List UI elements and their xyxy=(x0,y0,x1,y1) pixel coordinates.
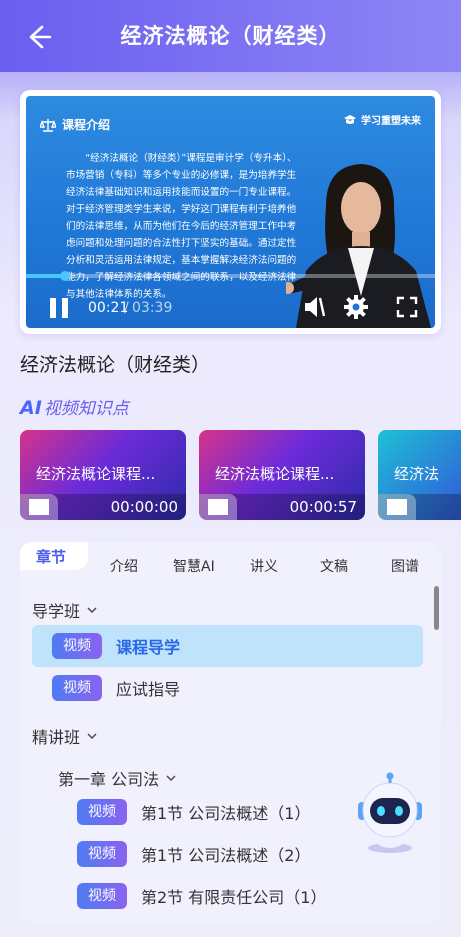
lesson-label: 应试指导 xyxy=(116,680,181,699)
video-player-frame: 课程介绍 学习重塑未来 “经济法概论（财经类）”课程是审计学（专升本）、市场营销… xyxy=(20,90,441,334)
video-badge: 视频 xyxy=(77,799,127,825)
lesson-row[interactable]: 视频 课程导学 xyxy=(32,625,423,667)
chapter-header[interactable]: 第一章 公司法 xyxy=(58,766,177,790)
progress-track[interactable] xyxy=(26,271,435,281)
video-badge: 视频 xyxy=(77,883,127,909)
tab-transcript[interactable]: 文稿 xyxy=(320,556,348,576)
scrollbar[interactable] xyxy=(434,586,439,630)
tab-bar: 章节 介绍 智慧AI 讲义 文稿 图谱 xyxy=(20,542,441,586)
lesson-label: 第2节 有限责任公司（1） xyxy=(141,888,327,907)
ai-knowledge-heading: AI 视频知识点 xyxy=(20,394,129,419)
chapter-label: 第一章 公司法 xyxy=(58,770,160,789)
chevron-down-icon xyxy=(87,733,97,739)
time-separator: / xyxy=(124,300,129,316)
robot-assistant-icon[interactable] xyxy=(350,772,430,854)
clapperboard-icon xyxy=(378,494,416,520)
tab-intro[interactable]: 介绍 xyxy=(110,556,138,576)
video-course-tag: 课程介绍 xyxy=(40,116,110,133)
group-header[interactable]: 导学班 xyxy=(32,598,98,622)
course-panel: 章节 介绍 智慧AI 讲义 文稿 图谱 导学班 视频 课程导学 视频 应试指导 … xyxy=(20,542,441,922)
tab-chapters[interactable]: 章节 xyxy=(36,546,66,567)
video-brand-label: 学习重塑未来 xyxy=(361,116,421,127)
video-player[interactable]: 课程介绍 学习重塑未来 “经济法概论（财经类）”课程是审计学（专升本）、市场营销… xyxy=(26,96,435,328)
lesson-label: 课程导学 xyxy=(116,638,181,657)
group-label: 精讲班 xyxy=(32,728,81,747)
knowledge-point-list: 经济法概论课程... 00:00:00 经济法概论课程... 00:00:57 … xyxy=(20,430,461,520)
tab-handout[interactable]: 讲义 xyxy=(250,556,278,576)
video-badge: 视频 xyxy=(52,633,102,659)
knowledge-point-card[interactable]: 经济法 xyxy=(378,430,461,520)
app-header: 经济法概论（财经类） xyxy=(0,0,461,72)
ai-knowledge-label: 视频知识点 xyxy=(43,399,129,419)
ai-mark: AI xyxy=(20,397,42,419)
fullscreen-icon[interactable] xyxy=(396,296,418,318)
lesson-label: 第1节 公司法概述（2） xyxy=(141,846,311,865)
chevron-down-icon xyxy=(87,607,97,613)
video-course-tag-label: 课程介绍 xyxy=(62,118,111,132)
lesson-row[interactable]: 视频 第2节 有限责任公司（1） xyxy=(32,875,423,917)
lesson-row[interactable]: 视频 应试指导 xyxy=(32,667,423,709)
graduation-cap-icon xyxy=(344,114,356,124)
pause-icon[interactable] xyxy=(48,296,70,320)
group-header[interactable]: 精讲班 xyxy=(32,724,98,748)
knowledge-point-time: 00:00:00 xyxy=(110,498,178,516)
video-badge: 视频 xyxy=(52,675,102,701)
chevron-down-icon xyxy=(166,775,176,781)
knowledge-point-card[interactable]: 经济法概论课程... 00:00:57 xyxy=(199,430,365,520)
tab-smart-ai[interactable]: 智慧AI xyxy=(173,556,215,576)
knowledge-point-title: 经济法概论课程... xyxy=(36,465,156,483)
clapperboard-icon xyxy=(20,494,58,520)
clapperboard-icon xyxy=(199,494,237,520)
course-title: 经济法概论（财经类） xyxy=(20,354,211,376)
video-intro-text: “经济法概论（财经类）”课程是审计学（专升本）、市场营销（专科）等多个专业的必修… xyxy=(66,153,297,300)
knowledge-point-time: 00:00:57 xyxy=(289,498,357,516)
time-current: 00:21 xyxy=(88,300,129,316)
volume-muted-icon[interactable] xyxy=(302,294,328,320)
page-title: 经济法概论（财经类） xyxy=(120,24,341,48)
knowledge-point-title: 经济法 xyxy=(394,465,440,483)
gear-icon[interactable] xyxy=(343,294,369,320)
video-badge: 视频 xyxy=(77,841,127,867)
video-brand: 学习重塑未来 xyxy=(343,112,421,127)
tab-graph[interactable]: 图谱 xyxy=(391,556,419,576)
chapter-tree: 导学班 视频 课程导学 视频 应试指导 精讲班 第一章 公司法 视频 第1节 公… xyxy=(20,586,441,922)
scale-icon xyxy=(40,118,56,132)
knowledge-point-title: 经济法概论课程... xyxy=(215,465,335,483)
knowledge-point-card[interactable]: 经济法概论课程... 00:00:00 xyxy=(20,430,186,520)
player-controls: 00:21 / 03:39 xyxy=(26,284,435,328)
lesson-label: 第1节 公司法概述（1） xyxy=(141,804,311,823)
time-total: 03:39 xyxy=(132,300,173,316)
group-label: 导学班 xyxy=(32,602,81,621)
